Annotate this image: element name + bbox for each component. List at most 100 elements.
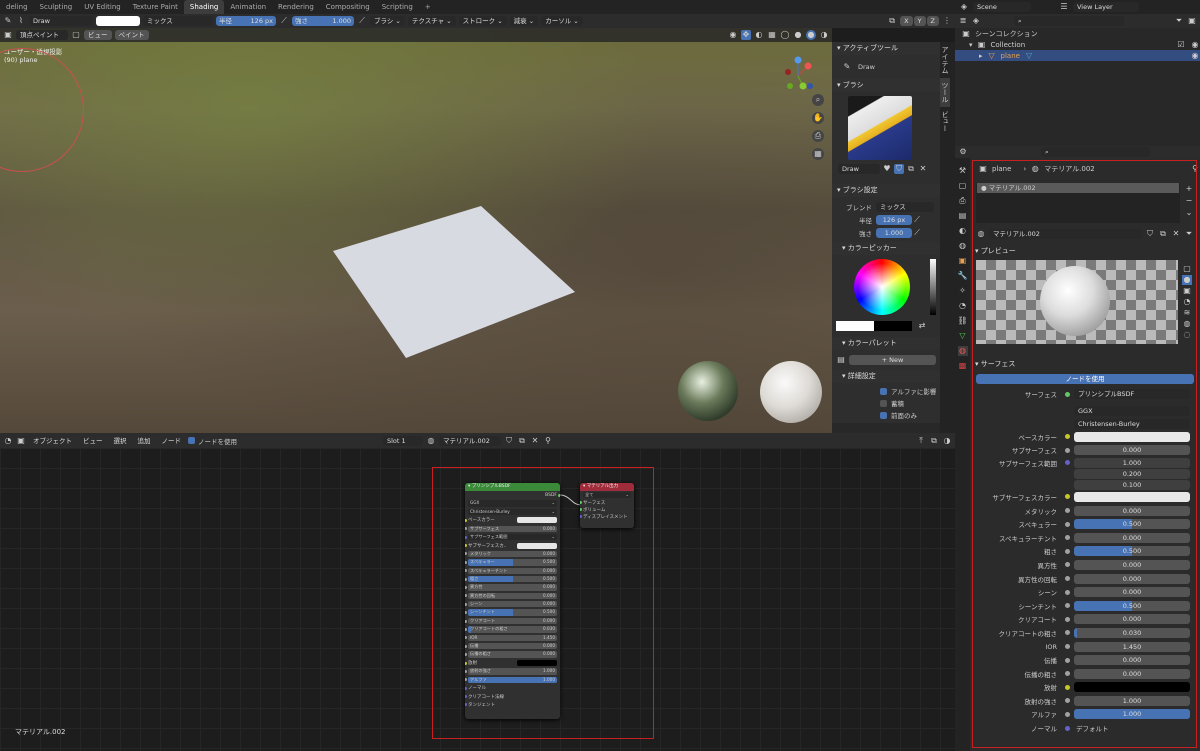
advanced-option[interactable]: 蓄積 [880, 397, 940, 409]
value-field[interactable]: 0.500 [1074, 600, 1190, 611]
properties-search[interactable]: ⌕ [1041, 147, 1151, 157]
material-browse-icon[interactable]: ◍ [976, 229, 986, 239]
node-material-field[interactable]: マテリアル.002 [439, 435, 501, 446]
snap-icon[interactable]: ⧉ [929, 436, 939, 446]
material-slot-list[interactable]: ● マテリアル.002 [976, 183, 1180, 223]
display-mode-icon[interactable]: ◈ [971, 16, 981, 26]
copy-icon[interactable]: ⧉ [1158, 229, 1168, 239]
input-socket[interactable] [465, 619, 467, 623]
outliner-type-icon[interactable]: ≣ [958, 16, 968, 26]
input-socket[interactable] [465, 695, 467, 699]
socket-dot[interactable] [1065, 482, 1070, 487]
tab-item[interactable]: アイテム [940, 42, 950, 78]
socket-dot[interactable] [1065, 630, 1070, 636]
tool-menu-item[interactable]: 減衰 ⌄ [509, 16, 539, 26]
workspace-tab[interactable]: Rendering [272, 0, 320, 14]
layers-icon[interactable]: ☰ [1059, 2, 1069, 12]
input-value-field[interactable]: 伝播 0.000 [468, 643, 557, 650]
input-value-field[interactable]: サブサーフェス 0.000 [468, 525, 557, 532]
object-type-icon[interactable]: ▣ [16, 436, 26, 446]
checkbox-icon[interactable]: ☑ [1176, 40, 1186, 50]
socket-dot[interactable] [1065, 447, 1070, 453]
material-slot-item[interactable]: ● マテリアル.002 [977, 183, 1179, 193]
input-socket[interactable] [465, 653, 467, 657]
link-icon[interactable]: ⏷ [1184, 229, 1194, 239]
radius-field[interactable]: 半径 126 px [216, 16, 276, 26]
input-value-field[interactable]: 異方性の回転 0.000 [468, 592, 557, 600]
pin-icon[interactable]: ⚲ [1190, 164, 1200, 174]
value-field[interactable]: 0.000 [1074, 668, 1190, 679]
input-socket[interactable] [465, 669, 467, 673]
socket-dot[interactable] [1065, 698, 1070, 704]
color-wheel[interactable] [854, 259, 910, 315]
preview-sphere-icon[interactable]: ● [1182, 275, 1192, 285]
fake-user-icon[interactable]: ♥ [882, 164, 892, 174]
material-tab-icon[interactable]: ◍ [957, 346, 968, 356]
workspace-tab[interactable]: UV Editing [78, 0, 127, 14]
view-layer-tab-icon[interactable]: ▤ [958, 211, 968, 221]
blend-dropdown[interactable]: ミックス [876, 201, 934, 212]
input-socket[interactable] [465, 527, 467, 531]
shield-icon[interactable]: ⛉ [1145, 229, 1155, 239]
input-socket[interactable] [465, 552, 467, 556]
constraints-tab-icon[interactable]: ⛓ [958, 316, 968, 326]
zoom-icon[interactable]: ⌕ [812, 94, 824, 106]
preview-flat-icon[interactable]: ▢ [1182, 264, 1192, 274]
input-value-field[interactable]: 伝播の粗さ 0.000 [468, 651, 557, 658]
pressure-icon[interactable]: ⟋ [912, 215, 922, 225]
pan-hand-icon[interactable]: ✋ [812, 112, 824, 124]
outliner-search[interactable]: ⌕ [1014, 16, 1124, 26]
preview-monkey-icon[interactable]: ◔ [1182, 297, 1192, 307]
socket-dot[interactable] [1065, 589, 1070, 595]
input-socket[interactable] [465, 560, 467, 564]
socket-dot[interactable] [1065, 725, 1070, 731]
value-field[interactable]: 0.030 [1074, 627, 1190, 638]
tab-tool[interactable]: ツール [940, 78, 950, 107]
workspace-tab[interactable]: + [419, 0, 437, 14]
pin-icon[interactable]: ⚲ [543, 436, 553, 446]
physics-tab-icon[interactable]: ◔ [958, 301, 968, 311]
output-target-dropdown[interactable]: 全て ⌄ [583, 492, 631, 499]
workspace-tab[interactable]: Compositing [320, 0, 376, 14]
symmetry-axis-z[interactable]: Z [926, 16, 939, 26]
brush-color-swatch[interactable] [96, 16, 140, 26]
close-icon[interactable]: ✕ [1171, 229, 1181, 239]
value-slider[interactable] [930, 259, 936, 315]
scene-tab-icon[interactable]: ◐ [958, 226, 968, 236]
palette-header[interactable]: ▾ カラーパレット [832, 337, 940, 350]
input-socket[interactable] [465, 518, 467, 522]
active-tool-header[interactable]: ▾ アクティブツール [832, 42, 940, 55]
socket-dot[interactable] [1065, 508, 1070, 514]
color-swatch[interactable] [517, 517, 557, 524]
workspace-tab[interactable]: Shading [183, 0, 225, 14]
input-socket[interactable] [465, 535, 467, 539]
camera-icon[interactable]: ⎙ [812, 130, 824, 142]
input-socket[interactable] [465, 636, 467, 640]
socket-dot[interactable] [1065, 711, 1070, 717]
input-value-field[interactable]: アルファ 1.000 [468, 676, 557, 683]
socket-dot[interactable] [1065, 616, 1070, 622]
remove-slot-icon[interactable]: − [1184, 196, 1194, 206]
3d-viewport[interactable]: ▣ 頂点ペイント ▢ ビュー ペイント ◉ ✥ ◐ ▦ ◯ ● ● ◑ ユーザー… [0, 28, 832, 433]
brush-selector[interactable]: Draw [29, 16, 93, 26]
socket-dot[interactable] [1065, 494, 1070, 500]
input-socket[interactable] [465, 577, 467, 581]
input-socket[interactable] [465, 627, 467, 631]
bsdf-node-header[interactable]: ▾ プリンシプルBSDF [465, 483, 560, 491]
texture-tab-icon[interactable]: ▩ [958, 361, 968, 371]
properties-type-icon[interactable]: ⚙ [958, 147, 968, 157]
value-field[interactable]: 0.000 [1074, 445, 1190, 456]
value-field[interactable]: 0.000 [1074, 573, 1190, 584]
eye-icon[interactable]: ◉ [1190, 51, 1200, 61]
input-value-field[interactable]: シーンチント 0.500 [468, 609, 557, 616]
input-socket[interactable] [465, 686, 467, 690]
socket-dot[interactable] [1065, 471, 1070, 476]
input-socket[interactable] [465, 569, 467, 573]
radius-field-side[interactable]: 126 px [876, 214, 912, 225]
overlay-node-icon[interactable]: ◑ [942, 436, 952, 446]
bsdf-subsurface-method-dropdown[interactable]: Christensen-Burley ⌄ [468, 508, 557, 516]
palette-icon[interactable]: ▤ [836, 355, 846, 365]
input-socket[interactable] [580, 501, 582, 505]
menu-node[interactable]: ノード [158, 436, 186, 446]
swap-colors-icon[interactable]: ⇄ [917, 321, 927, 331]
